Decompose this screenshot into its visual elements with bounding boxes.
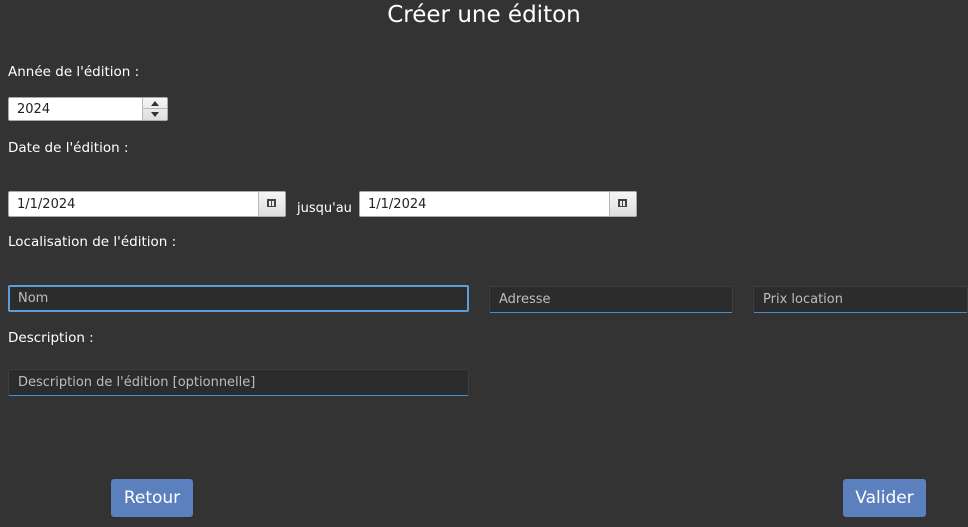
page-title: Créer une éditon	[387, 2, 581, 28]
back-button[interactable]: Retour	[111, 479, 193, 517]
end-date-calendar-button[interactable]	[609, 192, 636, 216]
location-label: Localisation de l'édition :	[8, 234, 177, 250]
description-input[interactable]: Description de l'édition [optionnelle]	[8, 369, 469, 396]
year-value[interactable]: 2024	[17, 102, 50, 117]
start-date-value[interactable]: 1/1/2024	[17, 197, 75, 212]
year-label: Année de l'édition :	[8, 64, 140, 80]
year-spinner[interactable]: 2024	[8, 97, 168, 121]
arrow-down-icon	[151, 112, 159, 117]
date-label: Date de l'édition :	[8, 140, 129, 156]
end-date-picker[interactable]: 1/1/2024	[359, 191, 637, 217]
spinner-buttons	[142, 98, 167, 120]
location-name-input[interactable]: Nom	[8, 285, 469, 312]
submit-button[interactable]: Valider	[843, 479, 926, 517]
end-date-value[interactable]: 1/1/2024	[368, 197, 426, 212]
calendar-icon	[618, 199, 627, 207]
spinner-down-button[interactable]	[143, 109, 167, 120]
location-price-placeholder: Prix location	[763, 292, 843, 307]
arrow-up-icon	[151, 101, 159, 106]
date-separator: jusqu'au	[297, 201, 352, 216]
location-address-placeholder: Adresse	[499, 292, 551, 307]
location-address-input[interactable]: Adresse	[489, 286, 733, 313]
location-price-input[interactable]: Prix location	[753, 286, 968, 313]
spinner-up-button[interactable]	[143, 98, 167, 109]
location-name-placeholder: Nom	[18, 291, 49, 306]
calendar-icon	[267, 199, 276, 207]
start-date-calendar-button[interactable]	[258, 192, 285, 216]
start-date-picker[interactable]: 1/1/2024	[8, 191, 286, 217]
description-label: Description :	[8, 330, 94, 346]
description-placeholder: Description de l'édition [optionnelle]	[18, 375, 256, 390]
